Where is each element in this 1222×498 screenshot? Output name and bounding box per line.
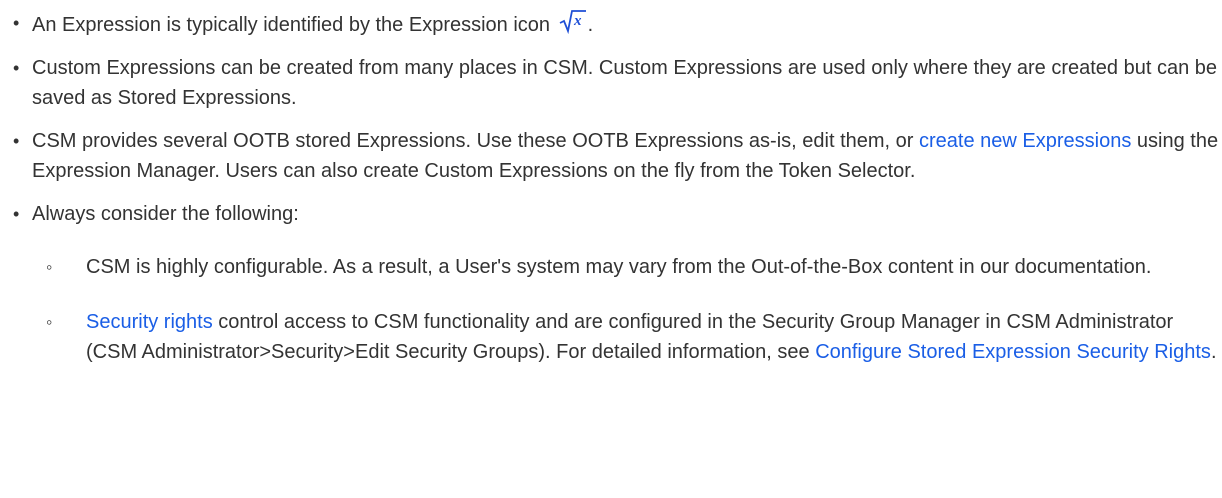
bullet-text: An Expression is typically identified by…	[32, 14, 551, 36]
bullet-text: Always consider the following:	[32, 203, 299, 225]
square-root-x-icon: x	[559, 10, 586, 34]
period: .	[587, 14, 594, 36]
bullet-text-start: CSM provides several OOTB stored Express…	[32, 130, 914, 152]
create-new-expressions-link[interactable]: create new Expressions	[919, 130, 1131, 152]
period: .	[1210, 341, 1217, 363]
security-rights-link[interactable]: Security rights	[86, 311, 213, 333]
configure-security-rights-link[interactable]: Configure Stored Expression Security Rig…	[815, 341, 1211, 363]
bullet-text: Custom Expressions can be created from m…	[32, 57, 1218, 109]
list-item-expression-icon: An Expression is typically identified by…	[0, 8, 1222, 40]
sub-item-security-rights: Security rights control access to CSM fu…	[46, 307, 1222, 367]
list-item-always-consider: Always consider the following: CSM is hi…	[0, 199, 1222, 367]
content-area: An Expression is typically identified by…	[0, 0, 1222, 367]
list-item-ootb-expressions: CSM provides several OOTB stored Express…	[0, 126, 1222, 186]
sub-bullet-text: CSM is highly configurable. As a result,…	[86, 256, 1152, 278]
bullet-list: An Expression is typically identified by…	[0, 8, 1222, 367]
sub-item-configurable: CSM is highly configurable. As a result,…	[46, 252, 1222, 282]
list-item-custom-expressions: Custom Expressions can be created from m…	[0, 53, 1222, 113]
sub-bullet-list: CSM is highly configurable. As a result,…	[32, 252, 1222, 367]
svg-text:x: x	[573, 13, 582, 29]
